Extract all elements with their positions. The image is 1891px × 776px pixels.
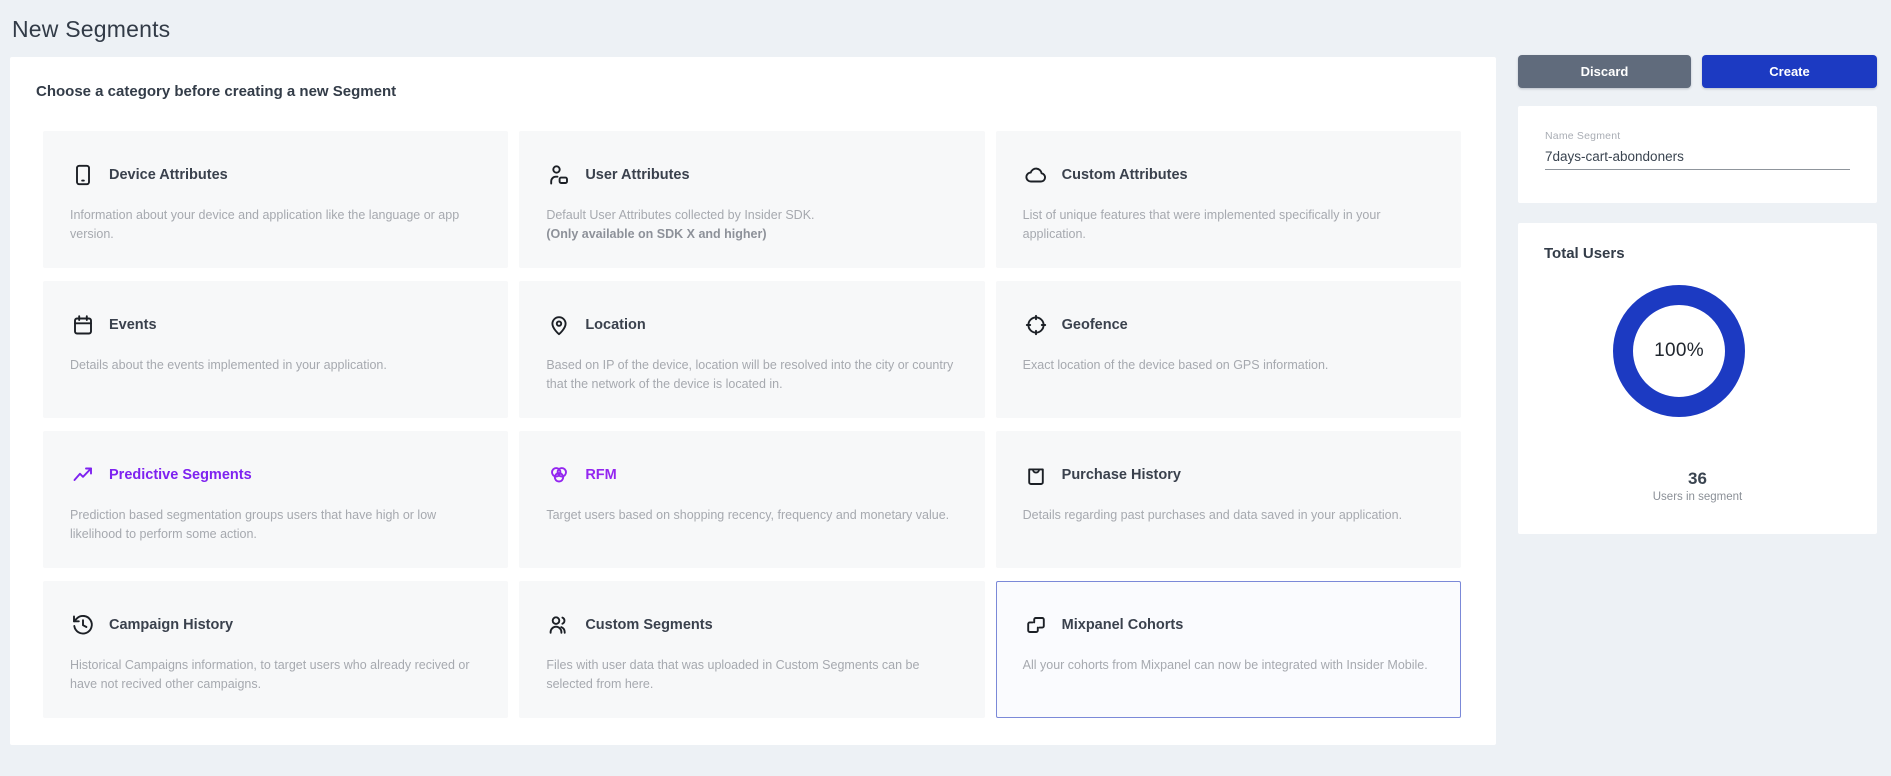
total-users-heading: Total Users [1544,245,1625,262]
card-title: Device Attributes [109,167,228,183]
shopping-bag-icon [1023,462,1049,488]
card-user-attributes[interactable]: User Attributes Default User Attributes … [519,131,984,268]
card-description: Target users based on shopping recency, … [546,506,957,525]
card-title: Purchase History [1062,467,1181,483]
card-predictive-segments[interactable]: Predictive Segments Prediction based seg… [43,431,508,568]
card-title: User Attributes [585,167,689,183]
cloud-icon [1023,162,1049,188]
name-segment-input[interactable] [1545,144,1850,170]
card-description: Files with user data that was uploaded i… [546,656,957,695]
card-custom-segments[interactable]: Custom Segments Files with user data tha… [519,581,984,718]
card-description: List of unique features that were implem… [1023,206,1434,245]
card-purchase-history[interactable]: Purchase History Details regarding past … [996,431,1461,568]
trending-up-icon [70,462,96,488]
donut-percent-label: 100% [1654,340,1704,362]
total-users-panel: Total Users 100% 36 Users in segment [1518,223,1877,534]
create-button[interactable]: Create [1702,55,1877,88]
card-title: Custom Attributes [1062,167,1188,183]
card-description: All your cohorts from Mixpanel can now b… [1023,656,1434,675]
category-cards-grid: Device Attributes Information about your… [43,131,1461,718]
panel-heading: Choose a category before creating a new … [36,83,396,100]
venn-icon [546,462,572,488]
card-description: Details about the events implemented in … [70,356,481,375]
card-title: Campaign History [109,617,233,633]
card-description: Details regarding past purchases and dat… [1023,506,1434,525]
card-device-attributes[interactable]: Device Attributes Information about your… [43,131,508,268]
name-segment-label: Name Segment [1545,130,1620,142]
card-title: Geofence [1062,317,1128,333]
card-campaign-history[interactable]: Campaign History Historical Campaigns in… [43,581,508,718]
card-title: Mixpanel Cohorts [1062,617,1184,633]
card-description: Information about your device and applic… [70,206,481,245]
card-title: Location [585,317,645,333]
map-pin-icon [546,312,572,338]
card-description: Default User Attributes collected by Ins… [546,206,957,225]
calendar-icon [70,312,96,338]
users-donut-chart: 100% [1613,285,1745,417]
users-in-segment-caption: Users in segment [1518,491,1877,503]
card-location[interactable]: Location Based on IP of the device, loca… [519,281,984,418]
card-events[interactable]: Events Details about the events implemen… [43,281,508,418]
card-description: Historical Campaigns information, to tar… [70,656,481,695]
card-title: Custom Segments [585,617,712,633]
card-title: Events [109,317,157,333]
page-title: New Segments [12,16,170,43]
history-icon [70,612,96,638]
users-in-segment-count: 36 [1518,469,1877,489]
user-icon [546,162,572,188]
device-icon [70,162,96,188]
card-mixpanel-cohorts[interactable]: Mixpanel Cohorts All your cohorts from M… [996,581,1461,718]
card-description: Exact location of the device based on GP… [1023,356,1434,375]
name-segment-panel: Name Segment [1518,106,1877,203]
discard-button[interactable]: Discard [1518,55,1691,88]
geofence-icon [1023,312,1049,338]
card-custom-attributes[interactable]: Custom Attributes List of unique feature… [996,131,1461,268]
cohorts-icon [1023,612,1049,638]
card-description: Prediction based segmentation groups use… [70,506,481,545]
users-icon [546,612,572,638]
card-description: Based on IP of the device, location will… [546,356,957,395]
card-geofence[interactable]: Geofence Exact location of the device ba… [996,281,1461,418]
card-description-note: (Only available on SDK X and higher) [546,225,957,244]
card-rfm[interactable]: RFM Target users based on shopping recen… [519,431,984,568]
category-panel: Choose a category before creating a new … [10,57,1496,745]
card-title: Predictive Segments [109,467,252,483]
card-title: RFM [585,467,616,483]
